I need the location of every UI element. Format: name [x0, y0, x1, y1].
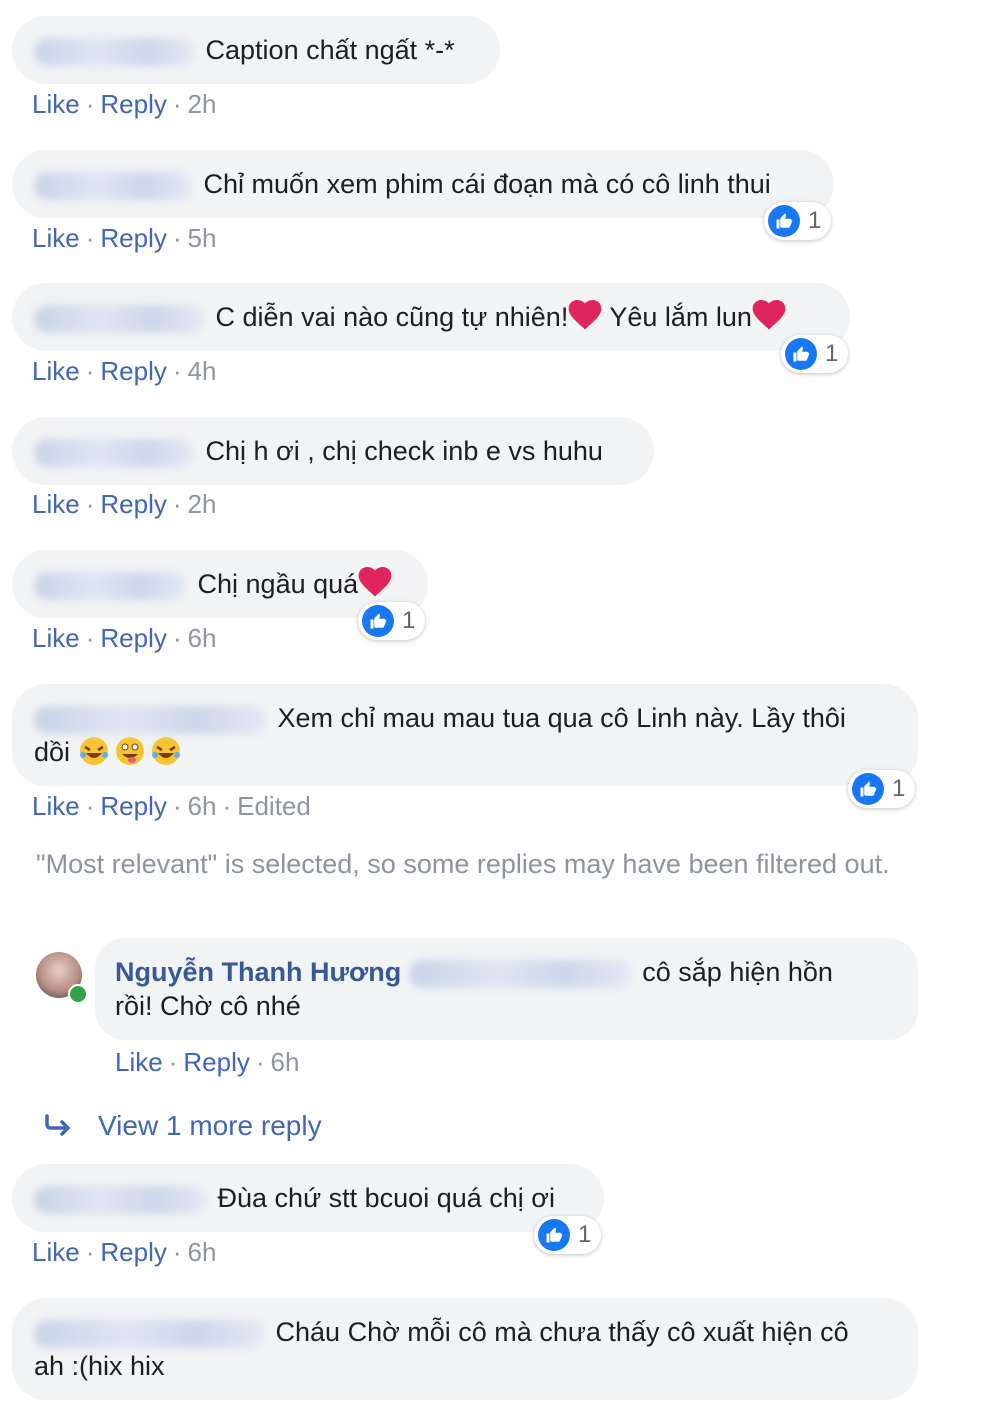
reply-time: 6h	[270, 1047, 300, 1077]
rolling-laughing-emoji-icon	[79, 737, 108, 765]
comment-text: Chị h ơi , chị check inb e vs huhu	[205, 436, 603, 466]
reply-link[interactable]: Reply	[100, 356, 166, 386]
comment-time: 6h	[187, 791, 217, 821]
comment-text: dồi	[34, 737, 71, 767]
reply-link[interactable]: Reply	[100, 1237, 166, 1267]
blurred-author-name	[34, 705, 266, 734]
rolling-laughing-emoji-icon	[151, 737, 180, 765]
comment-time: 2h	[187, 89, 217, 119]
comment-text: Chị ngầu quá	[197, 569, 359, 599]
blurred-author-name	[34, 37, 194, 66]
reply-arrow-icon	[45, 1114, 70, 1136]
comment-text: Đùa chứ stt bcuoi quá chị ơi	[217, 1183, 555, 1213]
reply-text: cô sắp hiện hồn	[642, 957, 833, 987]
comment-actions: Like · Reply · 6h	[32, 623, 217, 653]
comment-text: ah :(hix hix	[34, 1351, 165, 1381]
edited-label: Edited	[237, 791, 311, 821]
comment-actions: Like · Reply · 2h	[32, 89, 217, 119]
like-link[interactable]: Like	[32, 89, 80, 119]
like-link[interactable]: Like	[32, 356, 80, 386]
blurred-author-name	[34, 1185, 206, 1214]
blurred-author-name	[34, 304, 204, 333]
thumbs-up-icon	[768, 205, 800, 237]
comment-bubble: Đùa chứ stt bcuoi quá chị ơi	[12, 1164, 604, 1232]
view-more-replies-link[interactable]: View 1 more reply	[44, 1110, 322, 1142]
comment-bubble: Chị h ơi , chị check inb e vs huhu	[12, 417, 654, 485]
comment-bubble: Chỉ muốn xem phim cái đoạn mà có cô linh…	[12, 150, 834, 218]
blurred-tagged-name	[408, 959, 631, 988]
comment-actions: Like · Reply · 6h · Edited	[32, 791, 311, 821]
reply-actions: Like · Reply · 6h	[115, 1047, 300, 1077]
reply-link[interactable]: Reply	[100, 223, 166, 253]
online-status-dot	[68, 984, 88, 1004]
blurred-author-name	[34, 438, 194, 467]
like-link[interactable]: Like	[32, 223, 80, 253]
comment-text: Caption chất ngất *-*	[205, 35, 455, 65]
comment-text: Cháu Chờ mỗi cô mà chưa thấy cô xuất hiệ…	[275, 1317, 849, 1347]
reply-text: rồi! Chờ cô nhé	[115, 991, 301, 1021]
like-link[interactable]: Like	[32, 623, 80, 653]
comment-text: C diễn vai nào cũng tự nhiên!	[215, 302, 569, 332]
like-link[interactable]: Like	[32, 791, 80, 821]
reaction-count[interactable]: 1	[764, 202, 832, 240]
like-link[interactable]: Like	[32, 489, 80, 519]
thumbs-up-icon	[785, 338, 817, 370]
comment-text: Yêu lắm lun	[602, 302, 752, 332]
like-link[interactable]: Like	[32, 1237, 80, 1267]
filter-note: "Most relevant" is selected, so some rep…	[36, 849, 890, 879]
comment-time: 6h	[187, 1237, 217, 1267]
blurred-author-name	[34, 571, 186, 600]
blurred-author-name	[34, 1319, 264, 1348]
thumbs-up-icon	[538, 1219, 570, 1251]
thumbs-up-icon	[362, 605, 394, 637]
comment-actions: Like · Reply · 4h	[32, 356, 217, 386]
reply-link[interactable]: Reply	[100, 791, 166, 821]
comment-time: 2h	[187, 489, 217, 519]
comment-time: 6h	[187, 623, 217, 653]
comment-bubble: C diễn vai nào cũng tự nhiên! Yêu lắm lu…	[12, 283, 850, 351]
heart-icon	[568, 300, 602, 330]
comment-text: Xem chỉ mau mau tua qua cô Linh này. Lầy…	[277, 703, 846, 733]
comment-time: 5h	[187, 223, 217, 253]
comment-actions: Like · Reply · 5h	[32, 223, 217, 253]
comment-bubble: Caption chất ngất *-*	[12, 16, 500, 84]
comment-actions: Like · Reply · 6h	[32, 1237, 217, 1267]
reaction-count[interactable]: 1	[358, 602, 426, 640]
heart-icon	[358, 567, 392, 597]
view-more-label: View 1 more reply	[98, 1110, 322, 1141]
thumbs-up-icon	[852, 773, 884, 805]
reaction-count[interactable]: 1	[781, 335, 849, 373]
reply-link[interactable]: Reply	[183, 1047, 249, 1077]
comment-time: 4h	[187, 356, 217, 386]
heart-icon	[752, 300, 786, 330]
crazy-face-emoji-icon	[115, 737, 144, 765]
blurred-author-name	[34, 171, 192, 200]
like-link[interactable]: Like	[115, 1047, 163, 1077]
comment-bubble: Cháu Chờ mỗi cô mà chưa thấy cô xuất hiệ…	[12, 1298, 918, 1400]
reaction-count[interactable]: 1	[848, 770, 916, 808]
reply-bubble: Nguyễn Thanh Hương cô sắp hiện hồn rồi! …	[95, 938, 918, 1040]
reply-link[interactable]: Reply	[100, 489, 166, 519]
comment-actions: Like · Reply · 2h	[32, 489, 217, 519]
reply-link[interactable]: Reply	[100, 623, 166, 653]
reaction-count[interactable]: 1	[534, 1216, 602, 1254]
comment-text: Chỉ muốn xem phim cái đoạn mà có cô linh…	[203, 169, 771, 199]
comment-bubble: Xem chỉ mau mau tua qua cô Linh này. Lầy…	[12, 684, 918, 786]
reply-link[interactable]: Reply	[100, 89, 166, 119]
reply-author-name[interactable]: Nguyễn Thanh Hương	[115, 957, 401, 987]
